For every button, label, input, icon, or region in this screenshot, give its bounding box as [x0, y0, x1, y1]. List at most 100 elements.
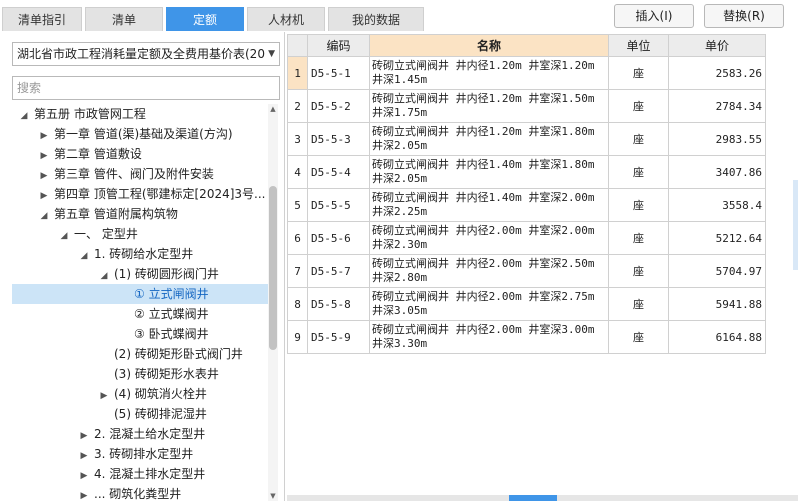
- tree-node[interactable]: ▶ 第二章 管道敷设: [12, 144, 268, 164]
- tree-node[interactable]: ◢ 1. 砖砌给水定型井: [12, 244, 268, 264]
- code-header[interactable]: 编码: [307, 34, 370, 57]
- collapsed-arrow-icon[interactable]: ▶: [78, 466, 90, 486]
- row-index-cell: 7: [287, 254, 308, 288]
- table-row[interactable]: 7 D5-5-7 砖砌立式闸阀井 井内径2.00m 井室深2.50m 井深2.80m…: [287, 254, 766, 288]
- code-cell: D5-5-2: [307, 89, 370, 123]
- tree-node[interactable]: ① 立式闸阀井: [12, 284, 268, 304]
- tree-node[interactable]: ▶ ... 砌筑化粪型井: [12, 484, 268, 501]
- scroll-down-icon[interactable]: ▼: [268, 491, 278, 501]
- code-cell: D5-5-5: [307, 188, 370, 222]
- row-index-cell: 5: [287, 188, 308, 222]
- tree-node-label: 2. 混凝土给水定型井: [94, 427, 206, 441]
- quota-library-value: 湖北省市政工程消耗量定额及全费用基价表(20: [17, 47, 265, 61]
- code-cell: D5-5-6: [307, 221, 370, 255]
- collapsed-arrow-icon[interactable]: ▶: [38, 126, 50, 146]
- name-cell: 砖砌立式闸阀井 井内径2.00m 井室深2.75m 井深3.05m: [369, 287, 609, 321]
- tree-node[interactable]: ▶ 第四章 顶管工程(鄂建标定[2024]3号...: [12, 184, 268, 204]
- tree-node-label: ① 立式闸阀井: [134, 287, 209, 301]
- tree-scrollbar[interactable]: ▲ ▼: [268, 104, 278, 501]
- table-row[interactable]: 3 D5-5-3 砖砌立式闸阀井 井内径1.20m 井室深1.80m 井深2.05m…: [287, 122, 766, 156]
- unit-cell: 座: [608, 122, 669, 156]
- scroll-up-icon[interactable]: ▲: [268, 104, 278, 114]
- expanded-arrow-icon[interactable]: ◢: [58, 226, 70, 246]
- tab-dinge[interactable]: 定额: [166, 7, 244, 31]
- tree-node[interactable]: (5) 砖砌排泥湿井: [12, 404, 268, 424]
- tree-node[interactable]: (2) 砖砌矩形卧式阀门井: [12, 344, 268, 364]
- insert-button[interactable]: 插入(I): [614, 4, 694, 28]
- table-row[interactable]: 6 D5-5-6 砖砌立式闸阀井 井内径2.00m 井室深2.00m 井深2.30m…: [287, 221, 766, 255]
- index-header: [287, 34, 308, 57]
- expanded-arrow-icon[interactable]: ◢: [18, 106, 30, 126]
- tab-rencaiji[interactable]: 人材机: [247, 7, 325, 31]
- tree-node[interactable]: ▶ 2. 混凝土给水定型井: [12, 424, 268, 444]
- name-cell: 砖砌立式闸阀井 井内径1.20m 井室深1.80m 井深2.05m: [369, 122, 609, 156]
- tree-node[interactable]: ◢ 第五册 市政管网工程: [12, 104, 268, 124]
- tree-node[interactable]: ◢ 第五章 管道附属构筑物: [12, 204, 268, 224]
- tree-node[interactable]: ▶ 4. 混凝土排水定型井: [12, 464, 268, 484]
- table-row[interactable]: 5 D5-5-5 砖砌立式闸阀井 井内径1.40m 井室深2.00m 井深2.25m…: [287, 188, 766, 222]
- price-header[interactable]: 单价: [668, 34, 766, 57]
- tab-my-data[interactable]: 我的数据: [328, 7, 424, 31]
- name-cell: 砖砌立式闸阀井 井内径2.00m 井室深2.00m 井深2.30m: [369, 221, 609, 255]
- tree-node-label: (5) 砖砌排泥湿井: [114, 407, 207, 421]
- tree-node-label: (4) 砌筑消火栓井: [114, 387, 207, 401]
- collapsed-arrow-icon[interactable]: ▶: [38, 146, 50, 166]
- tree-node-label: ② 立式蝶阀井: [134, 307, 209, 321]
- name-cell: 砖砌立式闸阀井 井内径2.00m 井室深2.50m 井深2.80m: [369, 254, 609, 288]
- tree-node[interactable]: ◢ 一、 定型井: [12, 224, 268, 244]
- collapsed-arrow-icon[interactable]: ▶: [78, 486, 90, 501]
- unit-cell: 座: [608, 155, 669, 189]
- chevron-down-icon: ▼: [268, 49, 275, 59]
- tree-node[interactable]: (3) 砖砌矩形水表井: [12, 364, 268, 384]
- tree-node[interactable]: ◢ (1) 砖砌圆形阀门井: [12, 264, 268, 284]
- unit-cell: 座: [608, 188, 669, 222]
- unit-cell: 座: [608, 221, 669, 255]
- chapter-tree: ◢ 第五册 市政管网工程 ▶ 第一章 管道(渠)基础及渠道(方沟) ▶ 第二章 管道敷设 ▶…: [12, 104, 268, 501]
- tree-node[interactable]: ▶ 第一章 管道(渠)基础及渠道(方沟): [12, 124, 268, 144]
- splitter-grip-icon[interactable]: [509, 495, 557, 501]
- unit-header[interactable]: 单位: [608, 34, 669, 57]
- price-cell: 5941.88: [668, 287, 766, 321]
- table-row[interactable]: 8 D5-5-8 砖砌立式闸阀井 井内径2.00m 井室深2.75m 井深3.05m…: [287, 287, 766, 321]
- collapsed-arrow-icon[interactable]: ▶: [78, 426, 90, 446]
- table-row[interactable]: 1 D5-5-1 砖砌立式闸阀井 井内径1.20m 井室深1.20m 井深1.45m…: [287, 56, 766, 90]
- tree-node-label: 一、 定型井: [74, 227, 138, 241]
- table-row[interactable]: 4 D5-5-4 砖砌立式闸阀井 井内径1.40m 井室深1.80m 井深2.05m…: [287, 155, 766, 189]
- table-row[interactable]: 2 D5-5-2 砖砌立式闸阀井 井内径1.20m 井室深1.50m 井深1.75m…: [287, 89, 766, 123]
- name-cell: 砖砌立式闸阀井 井内径1.20m 井室深1.20m 井深1.45m: [369, 56, 609, 90]
- tree-node-label: 第四章 顶管工程(鄂建标定[2024]3号...: [54, 187, 266, 201]
- tree-node-label: 第五章 管道附属构筑物: [54, 207, 178, 221]
- collapsed-arrow-icon[interactable]: ▶: [38, 186, 50, 206]
- quota-grid-panel: 编码 名称 单位 单价 1 D5-5-1 砖砌立式闸阀井 井内径1.20m 井室深1…: [287, 32, 798, 501]
- tree-node[interactable]: ▶ 3. 砖砌排水定型井: [12, 444, 268, 464]
- name-cell: 砖砌立式闸阀井 井内径1.20m 井室深1.50m 井深1.75m: [369, 89, 609, 123]
- tree-node-label: 第一章 管道(渠)基础及渠道(方沟): [54, 127, 233, 141]
- collapsed-arrow-icon[interactable]: ▶: [98, 386, 110, 406]
- tree-node[interactable]: ③ 卧式蝶阀井: [12, 324, 268, 344]
- expanded-arrow-icon[interactable]: ◢: [78, 246, 90, 266]
- tab-qingdan-zhiyin[interactable]: 清单指引: [2, 7, 82, 31]
- tree-node[interactable]: ▶ 第三章 管件、阀门及附件安装: [12, 164, 268, 184]
- left-panel: 湖北省市政工程消耗量定额及全费用基价表(20 ▼ 搜索 ◢ 第五册 市政管网工程 ▶…: [0, 32, 285, 501]
- scrollbar-thumb[interactable]: [269, 186, 277, 350]
- tree-node-label: (2) 砖砌矩形卧式阀门井: [114, 347, 243, 361]
- collapsed-arrow-icon[interactable]: ▶: [38, 166, 50, 186]
- search-input[interactable]: 搜索: [12, 76, 280, 100]
- tab-qingdan[interactable]: 清单: [85, 7, 163, 31]
- name-header[interactable]: 名称: [369, 34, 609, 57]
- quota-library-select[interactable]: 湖北省市政工程消耗量定额及全费用基价表(20 ▼: [12, 42, 280, 66]
- expanded-arrow-icon[interactable]: ◢: [38, 206, 50, 226]
- collapsed-arrow-icon[interactable]: ▶: [78, 446, 90, 466]
- replace-button[interactable]: 替换(R): [704, 4, 784, 28]
- unit-cell: 座: [608, 287, 669, 321]
- splitter-bar[interactable]: [287, 495, 798, 501]
- tree-node[interactable]: ▶ (4) 砌筑消火栓井: [12, 384, 268, 404]
- tree-node[interactable]: ② 立式蝶阀井: [12, 304, 268, 324]
- price-cell: 3558.4: [668, 188, 766, 222]
- expanded-arrow-icon[interactable]: ◢: [98, 266, 110, 286]
- row-index-cell: 6: [287, 221, 308, 255]
- code-cell: D5-5-4: [307, 155, 370, 189]
- row-index-cell: 8: [287, 287, 308, 321]
- table-row[interactable]: 9 D5-5-9 砖砌立式闸阀井 井内径2.00m 井室深3.00m 井深3.30m…: [287, 320, 766, 354]
- tree-node-label: 第三章 管件、阀门及附件安装: [54, 167, 214, 181]
